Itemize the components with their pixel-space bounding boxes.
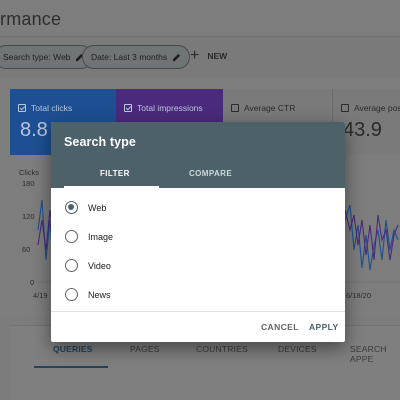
radio-selected-icon[interactable] [65, 201, 78, 214]
search-type-dialog: Search type FILTER COMPARE Web Image Vid… [51, 122, 345, 342]
option-video[interactable]: Video [51, 251, 345, 280]
search-type-options: Web Image Video News [51, 193, 345, 309]
dialog-divider [51, 311, 345, 312]
cancel-button[interactable]: CANCEL [261, 322, 299, 332]
dialog-header: Search type FILTER COMPARE [51, 122, 345, 188]
option-label: News [88, 289, 111, 300]
radio-icon[interactable] [65, 259, 78, 272]
radio-icon[interactable] [65, 230, 78, 243]
dialog-tab-indicator [64, 186, 159, 188]
radio-icon[interactable] [65, 288, 78, 301]
option-label: Web [88, 202, 107, 213]
apply-button[interactable]: APPLY [309, 322, 339, 332]
option-label: Video [88, 260, 111, 271]
option-label: Image [88, 231, 114, 242]
option-news[interactable]: News [51, 280, 345, 309]
option-web[interactable]: Web [51, 193, 345, 222]
option-image[interactable]: Image [51, 222, 345, 251]
dialog-title: Search type [64, 135, 136, 149]
tab-filter[interactable]: FILTER [100, 169, 130, 178]
tab-compare[interactable]: COMPARE [189, 169, 232, 178]
